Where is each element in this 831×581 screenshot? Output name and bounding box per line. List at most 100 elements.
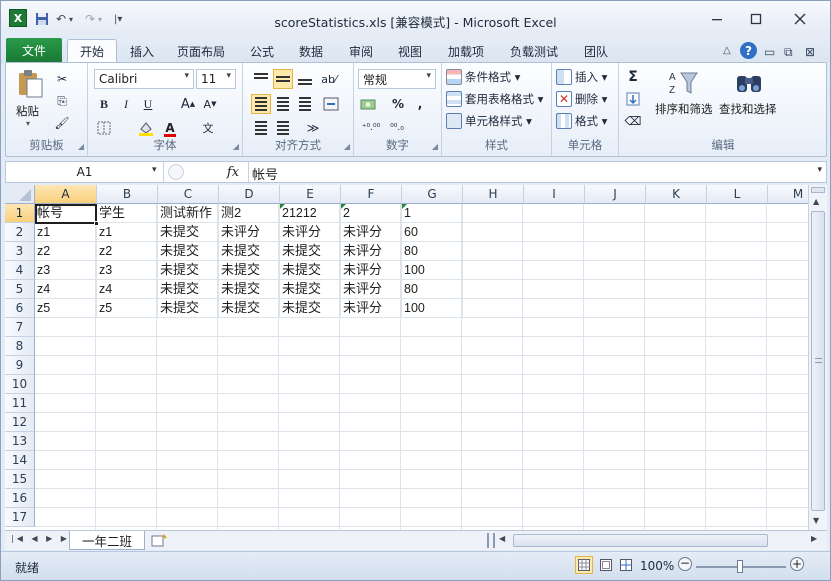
align-left-icon[interactable]	[251, 94, 271, 114]
shrink-font-icon[interactable]: A ▼	[200, 94, 220, 114]
undo-icon[interactable]: ↶	[56, 10, 66, 28]
cell-e4[interactable]: 未提交	[280, 261, 341, 280]
cell-e6[interactable]: 未提交	[280, 299, 341, 318]
split-box[interactable]	[811, 187, 825, 193]
tab-view[interactable]: 视图	[391, 40, 429, 62]
tab-addins[interactable]: 加载项	[441, 40, 491, 62]
font-color-icon[interactable]: A	[160, 118, 180, 138]
accounting-format-icon[interactable]	[358, 94, 378, 114]
column-header-b[interactable]: B	[97, 185, 158, 204]
row-header-5[interactable]: 5	[5, 280, 35, 299]
paste-dropdown-icon[interactable]: ▾	[26, 119, 30, 128]
cell-styles-button[interactable]: 单元格样式 ▾	[446, 111, 532, 131]
cell-f6[interactable]: 未评分	[341, 299, 402, 318]
scroll-down-icon[interactable]: ▼	[813, 516, 819, 525]
cell-c4[interactable]: 未提交	[158, 261, 219, 280]
row-header-14[interactable]: 14	[5, 451, 35, 470]
horizontal-scroll-thumb[interactable]	[513, 534, 768, 547]
column-header-h[interactable]: H	[463, 185, 524, 204]
row-header-1[interactable]: 1	[5, 204, 35, 223]
zoom-in-icon[interactable]: +	[790, 557, 804, 571]
cell-b5[interactable]: z4	[97, 280, 158, 299]
cell-a1[interactable]: 帐号	[35, 204, 97, 223]
vertical-scrollbar[interactable]: ▲ ▼	[808, 185, 827, 530]
cell-a4[interactable]: z3	[35, 261, 97, 280]
align-right-icon[interactable]	[295, 94, 315, 114]
minimize-ribbon-icon[interactable]: △	[723, 45, 731, 56]
tab-page-layout[interactable]: 页面布局	[171, 40, 231, 62]
bold-button[interactable]: B	[94, 94, 114, 114]
column-header-j[interactable]: J	[585, 185, 646, 204]
copy-icon[interactable]: ⎘	[52, 91, 72, 111]
align-center-icon[interactable]	[273, 94, 293, 114]
row-header-15[interactable]: 15	[5, 470, 35, 489]
row-header-17[interactable]: 17	[5, 508, 35, 527]
customize-toolbar-icon[interactable]: |▾	[114, 10, 122, 28]
column-header-c[interactable]: C	[158, 185, 219, 204]
worksheet-grid[interactable]: A B C D E F G H I J K L M 1 2 3 4 5 6 7 …	[5, 185, 808, 530]
excel-app-icon[interactable]: X	[9, 9, 27, 27]
row-header-13[interactable]: 13	[5, 432, 35, 451]
format-as-table-button[interactable]: 套用表格格式 ▾	[446, 89, 543, 109]
align-middle-icon[interactable]	[273, 69, 293, 89]
column-header-a[interactable]: A	[35, 185, 97, 204]
fill-icon[interactable]	[623, 89, 643, 109]
cell-c3[interactable]: 未提交	[158, 242, 219, 261]
cell-d5[interactable]: 未提交	[219, 280, 280, 299]
cell-g4[interactable]: 100	[402, 261, 463, 280]
normal-view-button[interactable]	[575, 556, 593, 574]
comma-button[interactable]: ,	[410, 94, 430, 114]
insert-function-button[interactable]: fx	[220, 162, 246, 182]
cell-c2[interactable]: 未提交	[158, 223, 219, 242]
tab-file[interactable]: 文件	[6, 38, 62, 62]
alignment-launcher-icon[interactable]: ◢	[344, 142, 350, 151]
row-header-7[interactable]: 7	[5, 318, 35, 337]
row-header-9[interactable]: 9	[5, 356, 35, 375]
cell-d4[interactable]: 未提交	[219, 261, 280, 280]
number-format-select[interactable]: 常规 ▾	[358, 69, 436, 89]
cell-g5[interactable]: 80	[402, 280, 463, 299]
row-header-11[interactable]: 11	[5, 394, 35, 413]
zoom-level[interactable]: 100%	[640, 559, 674, 573]
cell-a5[interactable]: z4	[35, 280, 97, 299]
column-header-l[interactable]: L	[707, 185, 768, 204]
row-header-8[interactable]: 8	[5, 337, 35, 356]
find-select-button[interactable]: 查找和选择	[719, 67, 781, 127]
zoom-slider-thumb[interactable]	[737, 560, 743, 573]
increase-indent-icon[interactable]	[273, 118, 293, 138]
number-launcher-icon[interactable]: ◢	[432, 142, 438, 151]
align-top-icon[interactable]	[251, 69, 271, 89]
cell-f4[interactable]: 未评分	[341, 261, 402, 280]
scroll-up-icon[interactable]: ▲	[813, 197, 819, 206]
font-launcher-icon[interactable]: ◢	[233, 142, 239, 151]
wrap-text-icon[interactable]: ≫	[303, 118, 323, 138]
workbook-minimize-icon[interactable]: ▭	[764, 45, 775, 59]
decrease-indent-icon[interactable]	[251, 118, 271, 138]
cell-b6[interactable]: z5	[97, 299, 158, 318]
clear-icon[interactable]: ⌫	[623, 111, 643, 131]
sort-filter-button[interactable]: AZ 排序和筛选	[655, 67, 715, 127]
border-icon[interactable]	[94, 118, 114, 138]
font-size-select[interactable]: 11 ▾	[196, 69, 236, 89]
minimize-button[interactable]	[699, 7, 735, 31]
row-header-12[interactable]: 12	[5, 413, 35, 432]
workbook-restore-icon[interactable]: ⧉	[784, 45, 793, 60]
column-header-k[interactable]: K	[646, 185, 707, 204]
cell-g6[interactable]: 100	[402, 299, 463, 318]
cell-a3[interactable]: z2	[35, 242, 97, 261]
row-header-6[interactable]: 6	[5, 299, 35, 318]
scroll-left-icon[interactable]: ◀	[499, 534, 505, 543]
close-button[interactable]	[782, 7, 818, 31]
name-box[interactable]: A1	[6, 162, 164, 182]
clipboard-launcher-icon[interactable]: ◢	[78, 142, 84, 151]
delete-cells-button[interactable]: ✕ 删除 ▾	[556, 89, 607, 109]
row-header-3[interactable]: 3	[5, 242, 35, 261]
cell-f3[interactable]: 未评分	[341, 242, 402, 261]
column-header-e[interactable]: E	[280, 185, 341, 204]
percent-button[interactable]: %	[388, 94, 408, 114]
autosum-button[interactable]: Σ	[623, 67, 643, 87]
cell-d2[interactable]: 未评分	[219, 223, 280, 242]
formula-input[interactable]: 帐号	[252, 164, 278, 183]
underline-button[interactable]: U	[138, 94, 158, 114]
cell-d6[interactable]: 未提交	[219, 299, 280, 318]
